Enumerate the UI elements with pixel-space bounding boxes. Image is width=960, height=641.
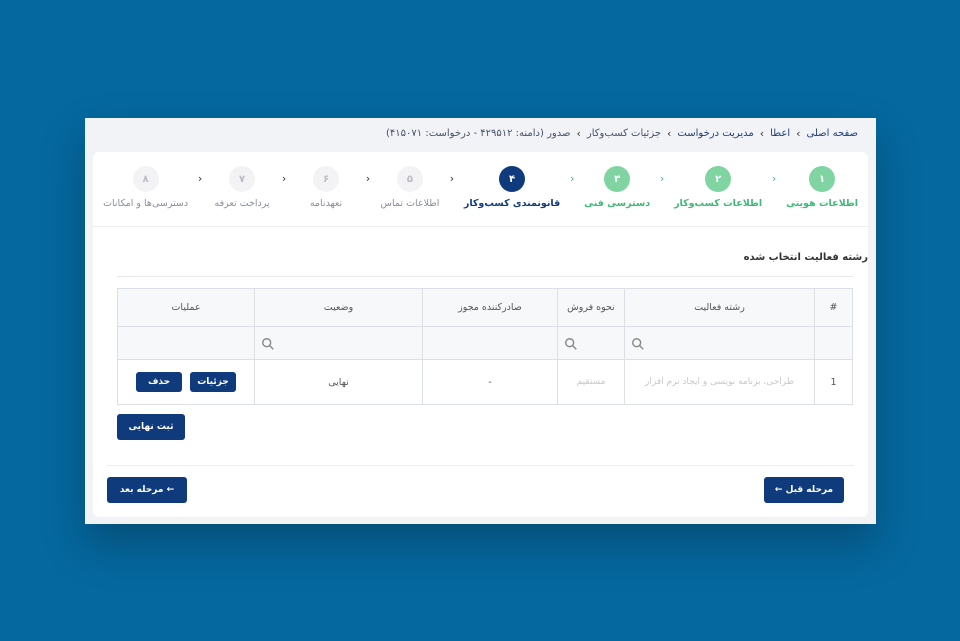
filter-row <box>117 326 853 360</box>
column-header-activity[interactable]: رشته فعالیت <box>624 288 815 327</box>
section-title-text: رشته فعالیت انتخاب شده <box>743 252 868 263</box>
final-submit-button[interactable]: ثبت نهایی <box>117 414 185 440</box>
step-contact-info[interactable]: ۵ اطلاعات تماس <box>380 166 440 209</box>
search-icon <box>632 338 644 350</box>
details-button[interactable]: جزئیات <box>190 372 236 392</box>
step-label: اطلاعات تماس <box>380 198 440 209</box>
section-divider <box>117 276 853 277</box>
step-number: ۴ <box>499 166 526 192</box>
row-sale-method: مستقیم <box>557 359 625 405</box>
column-header-index: # <box>814 288 853 327</box>
breadcrumb-request-management[interactable]: مدیریت درخواست <box>677 128 753 139</box>
step-business-legality[interactable]: ۴ قانونمندی کسب‌وکار <box>464 166 560 209</box>
search-icon <box>565 338 577 350</box>
column-header-sale-method[interactable]: نحوه فروش <box>557 288 625 327</box>
next-step-button[interactable]: مرحله بعد ← <box>107 477 187 503</box>
breadcrumb-business-details[interactable]: جزئیات کسب‌وکار <box>587 128 661 139</box>
step-commitment[interactable]: ۶ تعهدنامه <box>296 166 356 209</box>
filter-sale-method-input[interactable] <box>557 326 625 360</box>
row-activity: طراحی، برنامه نویسی و ایجاد نرم افزار <box>624 359 815 405</box>
step-identity-info[interactable]: ۱ اطلاعات هویتی <box>786 166 858 209</box>
step-number: ۱ <box>809 166 836 192</box>
table-row: 1 طراحی، برنامه نویسی و ایجاد نرم افزار … <box>117 359 853 405</box>
stepper-divider <box>93 226 868 227</box>
table-header-row: # رشته فعالیت نحوه فروش صادرکننده مجوز و… <box>117 288 853 327</box>
step-label: تعهدنامه <box>309 198 343 209</box>
breadcrumb-separator: › <box>576 126 581 140</box>
row-status: نهایی <box>254 359 423 405</box>
step-label: قانونمندی کسب‌وکار <box>463 198 561 209</box>
filter-cell-empty <box>814 326 853 360</box>
activity-table: # رشته فعالیت نحوه فروش صادرکننده مجوز و… <box>117 288 853 405</box>
step-fee-payment[interactable]: ۷ پرداخت تعرفه <box>212 166 272 209</box>
row-actions: جزئیات حذف <box>118 372 254 392</box>
previous-step-button[interactable]: ← مرحله قبل <box>764 477 844 503</box>
row-issuer: - <box>422 359 558 405</box>
row-operations: جزئیات حذف <box>117 359 255 405</box>
filter-status-input[interactable] <box>254 326 423 360</box>
step-number: ۵ <box>396 166 423 192</box>
main-panel: صفحه اصلی › اعطا › مدیریت درخواست › جزئی… <box>85 118 876 524</box>
footer-divider <box>107 465 854 466</box>
step-label: اطلاعات هویتی <box>786 198 858 209</box>
step-label: اطلاعات کسب‌وکار <box>674 198 763 209</box>
step-number: ۸ <box>132 166 159 192</box>
filter-issuer-cell <box>422 326 558 360</box>
step-number: ۷ <box>229 166 256 192</box>
step-label: دسترسی‌ها و امکانات <box>103 198 189 209</box>
form-card: ۱ اطلاعات هویتی ‹ ۲ اطلاعات کسب‌وکار ‹ ۳… <box>93 152 868 517</box>
column-header-issuer[interactable]: صادرکننده مجوز <box>422 288 558 327</box>
step-number: ۳ <box>604 166 631 192</box>
filter-activity-input[interactable] <box>624 326 815 360</box>
step-number: ۲ <box>705 166 732 192</box>
stepper: ۱ اطلاعات هویتی ‹ ۲ اطلاعات کسب‌وکار ‹ ۳… <box>103 166 858 216</box>
breadcrumb-separator: › <box>667 126 672 140</box>
chevron-left-icon: ‹ <box>281 172 287 185</box>
row-index: 1 <box>814 359 853 405</box>
step-technical-access[interactable]: ۳ دسترسی فنی <box>584 166 650 209</box>
breadcrumb: صفحه اصلی › اعطا › مدیریت درخواست › جزئی… <box>85 118 876 148</box>
breadcrumb-grant[interactable]: اعطا <box>770 128 790 139</box>
chevron-left-icon: ‹ <box>449 172 455 185</box>
column-header-operations: عملیات <box>117 288 255 327</box>
step-label: پرداخت تعرفه <box>214 198 270 209</box>
chevron-left-icon: ‹ <box>569 172 575 185</box>
breadcrumb-home[interactable]: صفحه اصلی <box>807 128 858 139</box>
step-access-features[interactable]: ۸ دسترسی‌ها و امکانات <box>103 166 188 209</box>
search-icon <box>262 338 274 350</box>
breadcrumb-current: صدور (دامنه: ۴۲۹۵۱۲ - درخواست: ۴۱۵۰۷۱) <box>386 127 571 139</box>
chevron-left-icon: ‹ <box>365 172 371 185</box>
chevron-left-icon: ‹ <box>659 172 665 185</box>
step-label: دسترسی فنی <box>584 198 651 209</box>
breadcrumb-separator: › <box>759 126 765 140</box>
breadcrumb-separator: › <box>796 126 801 140</box>
column-header-status[interactable]: وضعیت <box>254 288 423 327</box>
delete-button[interactable]: حذف <box>136 372 182 392</box>
filter-cell-empty <box>117 326 255 360</box>
chevron-left-icon: ‹ <box>197 172 203 185</box>
step-business-info[interactable]: ۲ اطلاعات کسب‌وکار <box>674 166 762 209</box>
chevron-left-icon: ‹ <box>771 172 777 185</box>
step-number: ۶ <box>313 166 339 192</box>
